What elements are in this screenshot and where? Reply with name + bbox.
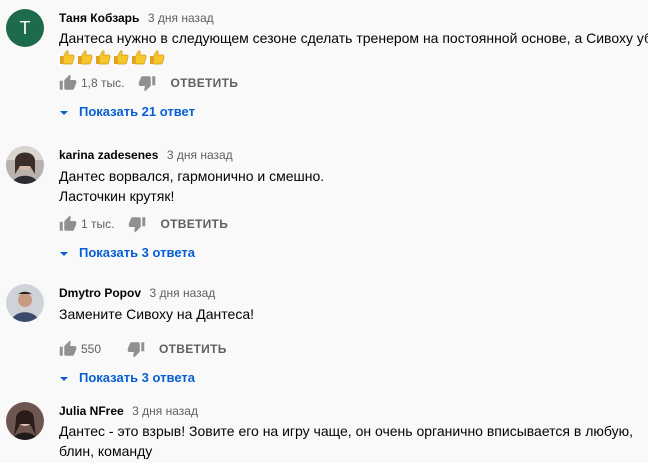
thumbs-up-emoji-icon [59, 49, 75, 65]
comment-text: Замените Сивоху на Дантеса! [59, 306, 254, 322]
dislike-icon[interactable] [128, 215, 146, 233]
comment-time[interactable]: 3 дня назад [132, 404, 198, 418]
avatar-letter: T [19, 17, 31, 38]
thumbs-up-emoji-icon [131, 49, 147, 65]
avatar[interactable]: T [6, 9, 44, 47]
show-replies-label: Показать 3 ответа [79, 369, 195, 385]
dislike-icon[interactable] [138, 74, 156, 92]
comment-author[interactable]: Таня Кобзарь [59, 11, 139, 25]
dislike-icon[interactable] [127, 340, 145, 358]
like-icon[interactable] [59, 340, 77, 358]
thumbs-up-emoji-icon [95, 49, 111, 65]
comment-text: Дантес - это взрыв! Зовите его на игру ч… [59, 423, 633, 459]
avatar[interactable] [6, 284, 44, 322]
comment-text: Дантеса нужно в следующем сезоне сделать… [59, 30, 648, 46]
show-replies-button[interactable]: Показать 3 ответа [59, 242, 648, 262]
reply-button[interactable]: ОТВЕТИТЬ [160, 217, 228, 231]
comment-body: Таня Кобзарь 3 дня назад Дантеса нужно в… [59, 9, 648, 121]
comment-body: Julia NFree 3 дня назад Дантес - это взр… [59, 402, 648, 461]
like-icon[interactable] [59, 215, 77, 233]
comment-text-line: Дантес ворвался, гармонично и смешно. [59, 168, 325, 184]
show-replies-button[interactable]: Показать 3 ответа [59, 367, 648, 387]
thumbs-up-emoji-icon [77, 49, 93, 65]
comment-author[interactable]: karina zadesenes [59, 148, 158, 162]
comment-meta: Таня Кобзарь 3 дня назад [59, 9, 648, 27]
comment-text: Дантес ворвался, гармонично и смешно. Ла… [59, 166, 648, 206]
comment-meta: Dmytro Popov 3 дня назад [59, 284, 648, 302]
comment-meta: karina zadesenes 3 дня назад [59, 146, 648, 164]
thumbs-up-emoji-icon [149, 49, 165, 65]
caret-down-icon [59, 247, 69, 257]
comment-time[interactable]: 3 дня назад [148, 11, 214, 25]
caret-down-icon [59, 106, 69, 116]
reply-button[interactable]: ОТВЕТИТЬ [170, 76, 238, 90]
comment-meta: Julia NFree 3 дня назад [59, 402, 648, 420]
comment-body: karina zadesenes 3 дня назад Дантес ворв… [59, 146, 648, 262]
show-replies-button[interactable]: Показать 21 ответ [59, 101, 648, 121]
comment-actions: 1 тыс. ОТВЕТИТЬ [59, 214, 648, 234]
comment-text-line: Ласточкин крутяк! [59, 188, 175, 204]
reply-button[interactable]: ОТВЕТИТЬ [159, 342, 227, 356]
comment-time[interactable]: 3 дня назад [149, 286, 215, 300]
comment-actions: 550 ОТВЕТИТЬ [59, 339, 648, 359]
like-count: 550 [81, 342, 102, 356]
avatar[interactable] [6, 146, 44, 184]
like-count: 1,8 тыс. [81, 76, 125, 90]
avatar[interactable] [6, 402, 44, 440]
like-count: 1 тыс. [81, 217, 115, 231]
thumbs-up-emoji-icon [113, 49, 129, 65]
show-replies-label: Показать 3 ответа [79, 244, 195, 260]
caret-down-icon [59, 372, 69, 382]
like-icon[interactable] [59, 74, 77, 92]
comment-author[interactable]: Dmytro Popov [59, 286, 141, 300]
show-replies-label: Показать 21 ответ [79, 103, 195, 119]
comment-actions: 1,8 тыс. ОТВЕТИТЬ [59, 73, 648, 93]
emoji-row [59, 49, 648, 67]
comment-author[interactable]: Julia NFree [59, 404, 124, 418]
comment-time[interactable]: 3 дня назад [167, 148, 233, 162]
comment-body: Dmytro Popov 3 дня назад Замените Сивоху… [59, 284, 648, 387]
